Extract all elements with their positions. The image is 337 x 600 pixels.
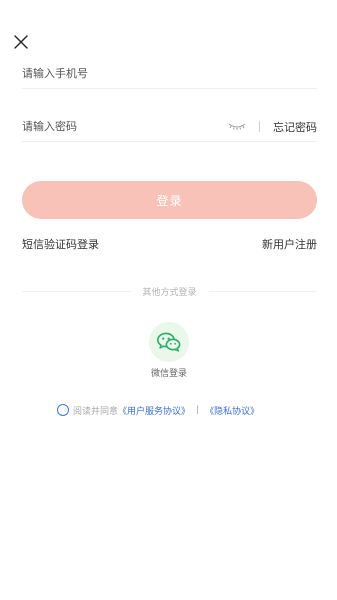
agreement-prefix: 阅读并同意 xyxy=(73,406,119,417)
phone-input[interactable] xyxy=(22,62,317,85)
user-agreement-link[interactable]: 《用户服务协议》 xyxy=(118,404,190,417)
register-link[interactable]: 新用户注册 xyxy=(262,236,317,252)
forgot-password-link[interactable]: 忘记密码 xyxy=(273,119,317,135)
agreement-separator: | xyxy=(196,405,200,415)
other-login-title: 其他方式登录 xyxy=(142,287,197,298)
password-field: 忘记密码 xyxy=(22,112,317,142)
close-icon[interactable] xyxy=(10,31,32,53)
wechat-login-button[interactable]: 微信登录 xyxy=(141,322,197,379)
wechat-icon xyxy=(149,322,189,362)
phone-field xyxy=(22,59,317,89)
login-page: 忘记密码 登录 短信验证码登录 新用户注册 其他方式登录 微信登录 阅读并同意 … xyxy=(0,0,337,600)
field-divider xyxy=(259,121,260,132)
sms-login-link[interactable]: 短信验证码登录 xyxy=(22,236,99,252)
eye-closed-icon[interactable] xyxy=(227,121,247,133)
divider-line-left xyxy=(22,290,131,292)
wechat-login-label: 微信登录 xyxy=(150,369,187,379)
password-input[interactable] xyxy=(22,115,227,138)
divider-line-right xyxy=(208,290,318,292)
other-login-divider: 其他方式登录 xyxy=(22,284,318,298)
login-button[interactable]: 登录 xyxy=(22,181,317,219)
agree-checkbox[interactable] xyxy=(57,404,69,416)
privacy-agreement-link[interactable]: 《隐私协议》 xyxy=(205,404,259,417)
agreement-row: 阅读并同意 《用户服务协议》 | 《隐私协议》 xyxy=(57,403,259,417)
